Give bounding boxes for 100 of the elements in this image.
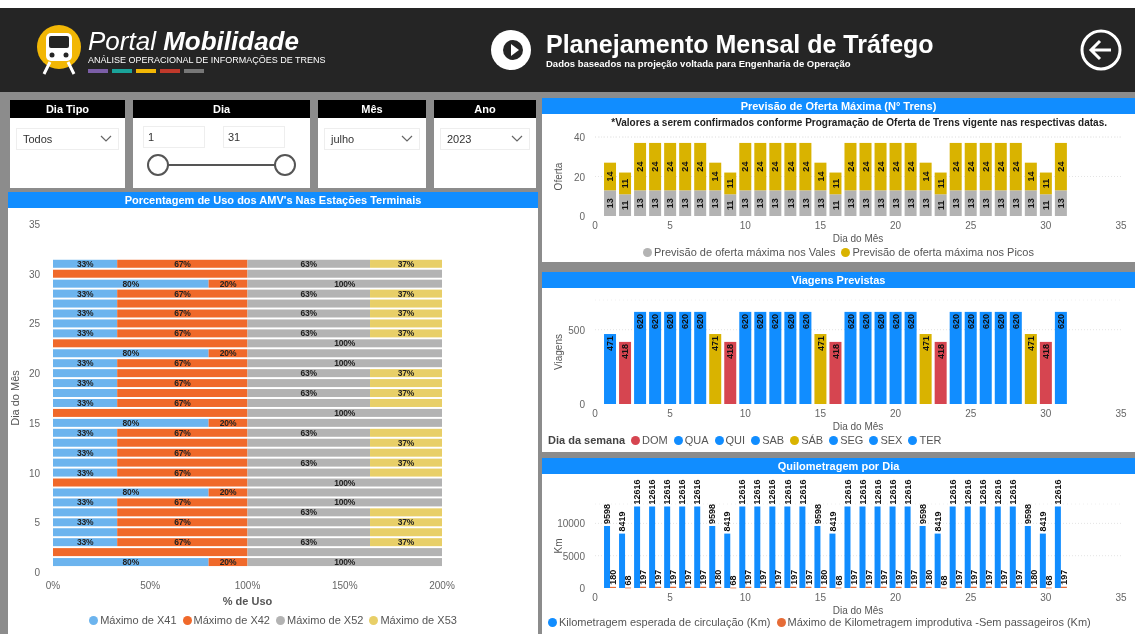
data-label: 197 [638,569,649,585]
page-title: Planejamento Mensal de Tráfego [546,30,934,58]
data-label: 197 [998,569,1009,585]
data-label: 24 [665,161,676,172]
axis-tick-label: 10 [739,220,751,231]
data-label: 20% [219,278,237,289]
data-label: 13 [680,198,691,209]
input-field[interactable]: 31 [223,126,285,148]
axis-tick-label: 35 [1115,408,1127,419]
data-label: 12616 [782,479,793,505]
data-label: 67% [174,427,191,438]
data-label: 100% [334,358,356,369]
data-label: 63% [300,258,317,269]
data-label: 13 [755,198,766,209]
data-label: 471 [605,336,616,352]
dropdown[interactable]: Todos [16,128,119,150]
dropdown[interactable]: 2023 [440,128,530,150]
data-label: 12616 [692,479,703,505]
axis-tick-label: 0 [592,220,598,231]
data-label: 8419 [1038,511,1048,532]
axis-tick-label: 30 [28,268,40,280]
axis-tick-label: 5000 [562,550,585,562]
axis-title: Dia do Mês [9,370,21,426]
panel-title: Quilometragem por Dia [542,458,1135,474]
data-label: 12616 [992,479,1003,505]
axis-title: Dia do Mês [832,233,884,244]
data-label: 620 [800,313,811,329]
data-label: 471 [920,336,931,352]
axis-title: Dia do Mês [832,605,884,614]
data-label: 63% [300,308,317,319]
axis-tick-label: 5 [667,220,673,231]
data-label: 37% [397,437,415,448]
axis-tick-label: 0 [579,399,585,410]
data-label: 20% [219,417,237,428]
data-label: 197 [758,569,769,585]
data-label: 37% [397,537,415,548]
data-label: 620 [890,313,901,329]
data-label: 620 [650,313,661,329]
data-label: 63% [300,427,317,438]
legend-label: Máximo de X53 [380,613,457,628]
legend-label: SÁB [801,433,824,448]
data-label: 9598 [707,503,718,524]
panel-title: Previsão de Oferta Máxima (N° Trens) [542,98,1135,114]
data-label: 180 [923,569,934,585]
input-field[interactable]: 1 [143,126,205,148]
data-label: 13 [920,198,931,209]
data-label: 197 [1059,569,1070,585]
data-label: 24 [890,161,901,172]
data-label: 13 [665,198,676,209]
data-label: 63% [300,507,317,518]
data-label: 418 [935,343,946,359]
data-label: 13 [875,198,886,209]
data-label: 11 [725,178,736,189]
data-label: 100% [334,338,356,349]
axis-tick-label: 0 [34,567,40,578]
data-label: 197 [653,569,664,585]
data-label: 63% [300,457,317,468]
legend-label: Previsão de oferta máxima nos Picos [852,245,1034,260]
data-label: 24 [650,161,661,172]
data-label: 37% [397,388,415,399]
data-label: 24 [995,161,1006,172]
legend-label: Kilometragem esperada de circulação (Km) [559,615,771,630]
data-label: 13 [995,198,1006,209]
data-label: 620 [950,313,961,329]
data-label: 9598 [602,503,613,524]
data-label: 37% [397,328,415,339]
data-label: 13 [650,198,661,209]
data-label: 13 [605,198,616,209]
data-label: 33% [76,427,94,438]
axis-title: Dia do Mês [832,421,884,432]
data-label: 80% [122,278,139,289]
data-label: 24 [755,161,766,172]
dropdown[interactable]: julho [324,128,420,150]
data-label: 13 [800,198,811,209]
data-label: 24 [785,161,796,172]
data-label: 68 [728,575,739,586]
axis-tick-label: 25 [965,408,977,419]
data-label: 67% [174,467,191,478]
data-label: 14 [710,171,721,182]
data-label: 620 [905,313,916,329]
data-label: 33% [76,397,94,408]
data-label: 418 [830,343,841,359]
axis-tick-label: 10 [739,408,751,419]
data-label: 63% [300,328,317,339]
data-label: 197 [983,569,994,585]
data-label: 8419 [617,511,628,532]
axis-title: % de Uso [222,595,273,607]
data-label: 471 [710,336,721,352]
legend-label: TER [919,433,942,448]
axis-title: Km [553,538,564,554]
axis-tick-label: 40 [573,132,585,143]
axis-tick-label: 0% [45,580,61,591]
data-label: 24 [965,161,976,172]
axis-tick-label: 5 [667,408,673,419]
brand-tagline: ANÁLISE OPERACIONAL DE INFORMAÇÕES DE TRENS [88,55,326,66]
axis-title: Oferta [553,162,564,191]
data-label: 418 [620,343,631,359]
data-label: 11 [830,200,841,210]
data-label: 9598 [1023,503,1033,524]
data-label: 197 [848,569,859,585]
